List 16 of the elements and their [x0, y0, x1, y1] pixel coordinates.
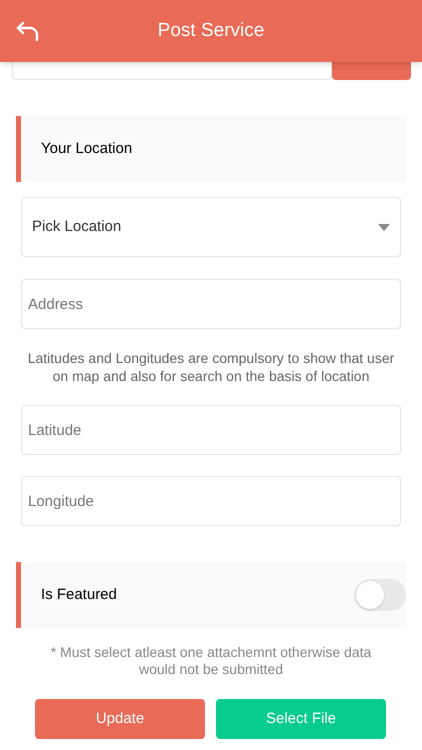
select-file-button[interactable]: Select File: [216, 699, 386, 739]
featured-toggle[interactable]: [354, 579, 406, 611]
section-title: Your Location: [41, 138, 132, 159]
page-title: Post Service: [156, 18, 266, 43]
text-field[interactable]: [12, 62, 332, 80]
action-button[interactable]: [332, 62, 411, 80]
caret-icon: [378, 224, 390, 230]
address-field[interactable]: Address: [21, 279, 401, 329]
back-icon[interactable]: [16, 20, 40, 42]
help-text: Latitudes and Longitudes are compulsory to show that user on map and also for search on the basis of location: [26, 349, 396, 385]
latitude-field[interactable]: Latitude: [21, 405, 401, 455]
note-text: * Must select atleast one attachemnt otherwise data would not be submitted: [50, 644, 372, 678]
longitude-field[interactable]: Longitude: [21, 476, 401, 526]
section-title: Is Featured: [41, 584, 118, 605]
update-button[interactable]: Update: [35, 699, 205, 739]
location-dropdown[interactable]: Pick Location: [21, 197, 401, 257]
